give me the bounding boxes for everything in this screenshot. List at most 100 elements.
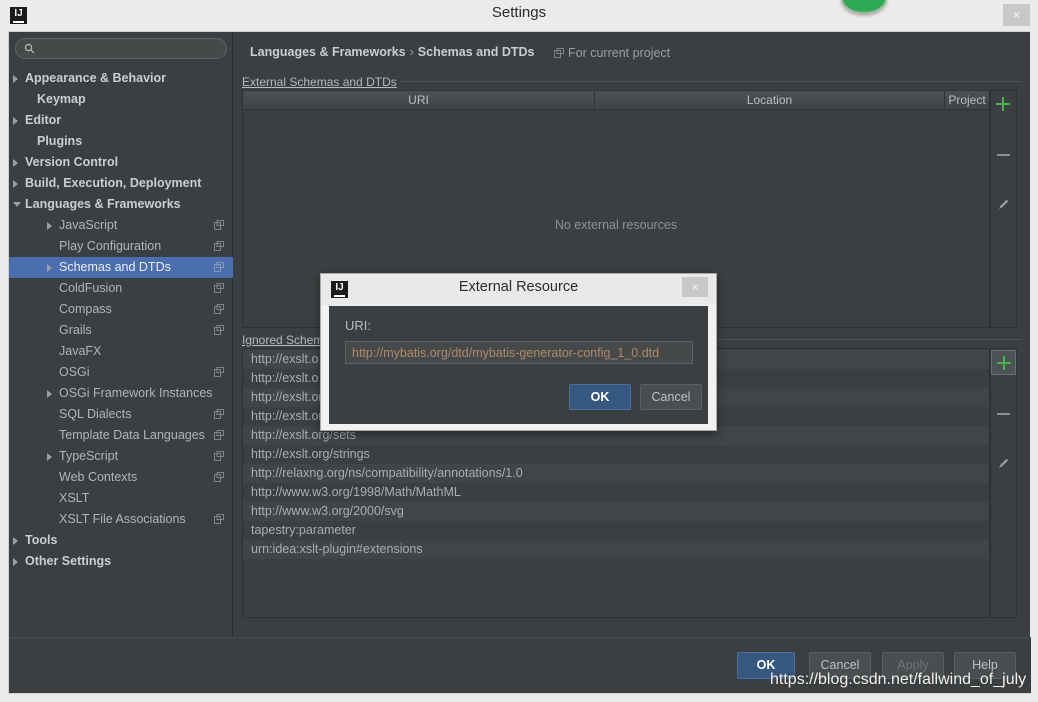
chevron-right-icon[interactable] bbox=[47, 264, 52, 272]
minus-icon bbox=[997, 154, 1010, 156]
window-titlebar: IJ Settings × bbox=[0, 0, 1038, 31]
chevron-right-icon[interactable] bbox=[13, 159, 18, 167]
sidebar-item-sql-dialects[interactable]: SQL Dialects bbox=[9, 404, 233, 425]
minus-icon bbox=[997, 413, 1010, 415]
sidebar-item-compass[interactable]: Compass bbox=[9, 299, 233, 320]
dialog-cancel-button[interactable]: Cancel bbox=[640, 384, 702, 410]
sidebar-item-xslt[interactable]: XSLT bbox=[9, 488, 233, 509]
sidebar-item-osgi-framework-instances[interactable]: OSGi Framework Instances bbox=[9, 383, 233, 404]
dialog-content: URI: OK Cancel bbox=[329, 306, 708, 424]
chevron-right-icon[interactable] bbox=[13, 180, 18, 188]
chevron-right-icon[interactable] bbox=[47, 222, 52, 230]
sidebar-item-coldfusion[interactable]: ColdFusion bbox=[9, 278, 233, 299]
pencil-icon bbox=[999, 458, 1009, 468]
sidebar-item-typescript[interactable]: TypeScript bbox=[9, 446, 233, 467]
breadcrumb-current: Schemas and DTDs bbox=[417, 45, 535, 59]
sidebar-item-play-configuration[interactable]: Play Configuration bbox=[9, 236, 233, 257]
search-input[interactable] bbox=[40, 39, 222, 58]
sidebar-item-label: Compass bbox=[59, 302, 112, 316]
chevron-right-icon[interactable] bbox=[47, 390, 52, 398]
sidebar-item-label: TypeScript bbox=[59, 449, 119, 463]
window-close-button[interactable]: × bbox=[1003, 4, 1030, 26]
sidebar-item-label: Build, Execution, Deployment bbox=[25, 176, 202, 190]
sidebar-item-label: Template Data Languages bbox=[59, 428, 205, 442]
list-item[interactable]: http://www.w3.org/1998/Math/MathML bbox=[243, 483, 989, 502]
breadcrumb: Languages & Frameworks › Schemas and DTDs bbox=[250, 45, 535, 59]
project-scope-icon bbox=[214, 220, 224, 230]
chevron-right-icon[interactable] bbox=[13, 117, 18, 125]
list-item[interactable]: http://exslt.org/strings bbox=[243, 445, 989, 464]
sidebar-item-label: Schemas and DTDs bbox=[59, 260, 171, 274]
column-header-location[interactable]: Location bbox=[595, 91, 945, 110]
project-scope-icon bbox=[214, 367, 224, 377]
project-scope-icon bbox=[214, 325, 224, 335]
sidebar-item-plugins[interactable]: Plugins bbox=[9, 131, 233, 152]
dialog-close-button[interactable]: × bbox=[682, 277, 708, 297]
edit-external-resource-button[interactable] bbox=[991, 192, 1016, 217]
search-box[interactable] bbox=[15, 38, 227, 59]
sidebar-item-version-control[interactable]: Version Control bbox=[9, 152, 233, 173]
list-item[interactable]: http://www.w3.org/2000/svg bbox=[243, 502, 989, 521]
watermark: https://blog.csdn.net/fallwind_of_july bbox=[770, 671, 1027, 688]
sidebar-item-template-data-languages[interactable]: Template Data Languages bbox=[9, 425, 233, 446]
sidebar-item-schemas-and-dtds[interactable]: Schemas and DTDs bbox=[9, 257, 233, 278]
sidebar-item-label: Play Configuration bbox=[59, 239, 162, 253]
sidebar-item-tools[interactable]: Tools bbox=[9, 530, 233, 551]
sidebar-item-label: Keymap bbox=[37, 92, 86, 106]
external-table-header: URI Location Project bbox=[243, 91, 989, 110]
column-header-uri[interactable]: URI bbox=[243, 91, 595, 110]
chevron-right-icon[interactable] bbox=[47, 453, 52, 461]
sidebar-item-javafx[interactable]: JavaFX bbox=[9, 341, 233, 362]
list-item[interactable]: urn:idea:xslt-plugin#extensions bbox=[243, 540, 989, 559]
breadcrumb-parent[interactable]: Languages & Frameworks bbox=[250, 45, 406, 59]
project-scope-icon bbox=[214, 283, 224, 293]
project-scope-icon bbox=[214, 262, 224, 272]
sidebar-item-build-execution-deployment[interactable]: Build, Execution, Deployment bbox=[9, 173, 233, 194]
sidebar-item-label: Web Contexts bbox=[59, 470, 138, 484]
sidebar-item-xslt-file-associations[interactable]: XSLT File Associations bbox=[9, 509, 233, 530]
breadcrumb-separator: › bbox=[409, 45, 414, 59]
sidebar-item-grails[interactable]: Grails bbox=[9, 320, 233, 341]
sidebar-item-label: JavaScript bbox=[59, 218, 118, 232]
sidebar-item-label: OSGi bbox=[59, 365, 90, 379]
dialog-title: External Resource bbox=[458, 279, 579, 295]
sidebar-item-label: XSLT File Associations bbox=[59, 512, 186, 526]
sidebar-item-label: Tools bbox=[25, 533, 58, 547]
pencil-icon bbox=[999, 199, 1009, 209]
chevron-right-icon[interactable] bbox=[13, 537, 18, 545]
uri-input[interactable] bbox=[345, 341, 693, 364]
project-scope-icon bbox=[554, 48, 564, 58]
sidebar-item-label: SQL Dialects bbox=[59, 407, 132, 421]
sidebar-item-web-contexts[interactable]: Web Contexts bbox=[9, 467, 233, 488]
external-empty-message: No external resources bbox=[554, 218, 678, 232]
for-current-project-label: For current project bbox=[554, 46, 670, 60]
sidebar-item-javascript[interactable]: JavaScript bbox=[9, 215, 233, 236]
project-scope-icon bbox=[214, 472, 224, 482]
add-ignored-resource-button[interactable] bbox=[991, 350, 1016, 375]
list-item[interactable]: http://relaxng.org/ns/compatibility/anno… bbox=[243, 464, 989, 483]
sidebar-item-appearance-behavior[interactable]: Appearance & Behavior bbox=[9, 68, 233, 89]
dialog-ok-button[interactable]: OK bbox=[569, 384, 631, 410]
chevron-right-icon[interactable] bbox=[13, 75, 18, 83]
chevron-right-icon[interactable] bbox=[13, 558, 18, 566]
edit-ignored-resource-button[interactable] bbox=[991, 451, 1016, 476]
sidebar-item-languages-frameworks[interactable]: Languages & Frameworks bbox=[9, 194, 233, 215]
remove-external-resource-button[interactable] bbox=[991, 142, 1016, 167]
sidebar-item-other-settings[interactable]: Other Settings bbox=[9, 551, 233, 572]
chevron-down-icon[interactable] bbox=[13, 202, 21, 207]
list-item[interactable]: tapestry:parameter bbox=[243, 521, 989, 540]
column-header-project[interactable]: Project bbox=[945, 91, 989, 110]
sidebar-item-label: ColdFusion bbox=[59, 281, 123, 295]
sidebar-item-keymap[interactable]: Keymap bbox=[9, 89, 233, 110]
sidebar-item-osgi[interactable]: OSGi bbox=[9, 362, 233, 383]
settings-tree: Appearance & Behavior Keymap Editor Plugins… bbox=[9, 68, 233, 572]
project-scope-icon bbox=[214, 451, 224, 461]
remove-ignored-resource-button[interactable] bbox=[991, 401, 1016, 426]
settings-window: IJ Settings × Appearance & Behavior Keyma… bbox=[0, 0, 1038, 702]
sidebar-item-label: Appearance & Behavior bbox=[25, 71, 167, 85]
for-current-project-text: For current project bbox=[568, 46, 671, 60]
sidebar-item-editor[interactable]: Editor bbox=[9, 110, 233, 131]
search-icon bbox=[24, 43, 35, 54]
sidebar-item-label: Grails bbox=[59, 323, 92, 337]
add-external-resource-button[interactable] bbox=[991, 92, 1016, 117]
